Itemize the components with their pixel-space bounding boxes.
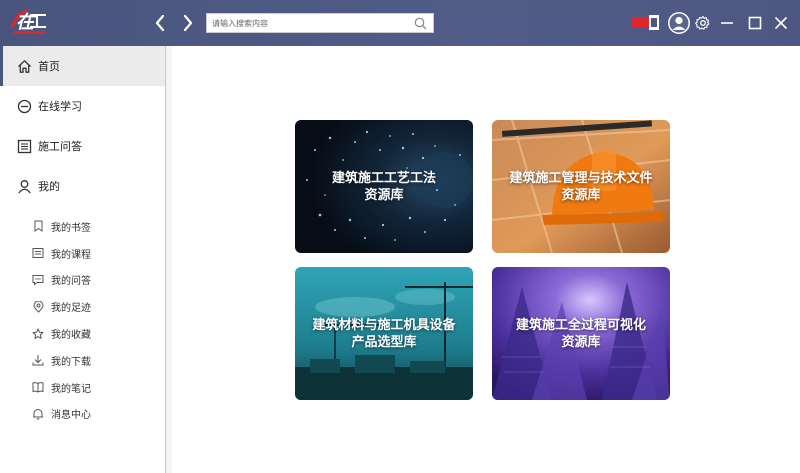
settings-button[interactable] xyxy=(692,12,714,34)
sub-item-label: 我的课程 xyxy=(51,249,91,261)
card-materials-equipment[interactable]: 建筑材料与施工机具设备 产品选型库 xyxy=(295,267,473,400)
close-button[interactable] xyxy=(770,12,792,34)
search-icon[interactable] xyxy=(411,14,429,32)
sub-item-label: 我的足迹 xyxy=(51,303,91,315)
back-button[interactable] xyxy=(150,12,170,34)
star-icon xyxy=(32,328,44,340)
minimize-icon xyxy=(721,22,733,24)
sub-item-bookmarks[interactable]: 我的书签 xyxy=(0,213,165,240)
user-icon xyxy=(16,178,32,194)
minus-circle-icon xyxy=(16,98,32,114)
sidebar-item-mine[interactable]: 我的 xyxy=(0,166,165,206)
chat-icon xyxy=(32,274,44,286)
search-input[interactable] xyxy=(207,14,411,32)
sidebar-item-label: 在线学习 xyxy=(38,100,82,113)
sub-item-label: 我的笔记 xyxy=(51,383,91,395)
search-box xyxy=(206,13,434,33)
card-visualization[interactable]: 建筑施工全过程可视化 资源库 xyxy=(492,267,670,400)
bookmark-icon xyxy=(32,220,44,233)
chevron-right-icon xyxy=(183,14,193,32)
sidebar-item-label: 我的 xyxy=(38,180,60,193)
card-title: 建筑施工工艺工法 资源库 xyxy=(331,170,436,203)
sub-item-courses[interactable]: 我的课程 xyxy=(0,240,165,267)
sub-item-questions[interactable]: 我的问答 xyxy=(0,267,165,294)
title-bar: 在 xyxy=(0,0,800,46)
sub-item-notes[interactable]: 我的笔记 xyxy=(0,374,165,401)
course-icon xyxy=(32,247,44,259)
download-icon xyxy=(32,354,44,366)
sub-item-messages[interactable]: 消息中心 xyxy=(0,401,165,428)
minimize-button[interactable] xyxy=(716,12,738,34)
sub-item-footprints[interactable]: 我的足迹 xyxy=(0,293,165,320)
app-logo: 在 xyxy=(10,10,46,34)
chevron-left-icon xyxy=(155,14,165,32)
bell-icon xyxy=(32,408,44,420)
maximize-icon xyxy=(748,16,762,30)
avatar[interactable] xyxy=(667,11,691,35)
sub-item-label: 我的问答 xyxy=(51,276,91,288)
flag-icon[interactable] xyxy=(631,15,659,30)
card-management-docs[interactable]: 建筑施工管理与技术文件 资源库 xyxy=(492,120,670,253)
close-icon xyxy=(774,16,788,30)
gear-icon xyxy=(695,15,710,30)
list-icon xyxy=(16,138,32,154)
sidebar: 首页 在线学习 施工问答 我的 我的书签 我的课程 我的问答 我的足迹 我的收藏… xyxy=(0,46,166,473)
card-process-methods[interactable]: 建筑施工工艺工法 资源库 xyxy=(295,120,473,253)
sub-item-downloads[interactable]: 我的下载 xyxy=(0,347,165,374)
sidebar-item-label: 施工问答 xyxy=(38,140,82,153)
card-title: 建筑材料与施工机具设备 产品选型库 xyxy=(312,317,456,350)
location-icon xyxy=(32,300,44,313)
card-title: 建筑施工全过程可视化 资源库 xyxy=(515,317,646,350)
sidebar-item-online-learning[interactable]: 在线学习 xyxy=(0,86,165,126)
sub-item-label: 我的下载 xyxy=(51,356,91,368)
maximize-button[interactable] xyxy=(744,12,766,34)
notebook-icon xyxy=(32,381,44,393)
sub-item-label: 消息中心 xyxy=(51,410,91,422)
sidebar-item-qa[interactable]: 施工问答 xyxy=(0,126,165,166)
sub-item-favorites[interactable]: 我的收藏 xyxy=(0,320,165,347)
card-title: 建筑施工管理与技术文件 资源库 xyxy=(509,170,653,203)
sub-item-label: 我的书签 xyxy=(51,222,91,234)
sidebar-item-label: 首页 xyxy=(38,60,60,73)
home-icon xyxy=(16,58,32,74)
main-content: 建筑施工工艺工法 资源库 建筑施工管理与技术文件 资源库 建筑材料与施工机具设备… xyxy=(166,46,800,473)
divider xyxy=(166,46,172,473)
forward-button[interactable] xyxy=(178,12,198,34)
sidebar-item-home[interactable]: 首页 xyxy=(0,46,165,86)
sub-item-label: 我的收藏 xyxy=(51,330,91,342)
